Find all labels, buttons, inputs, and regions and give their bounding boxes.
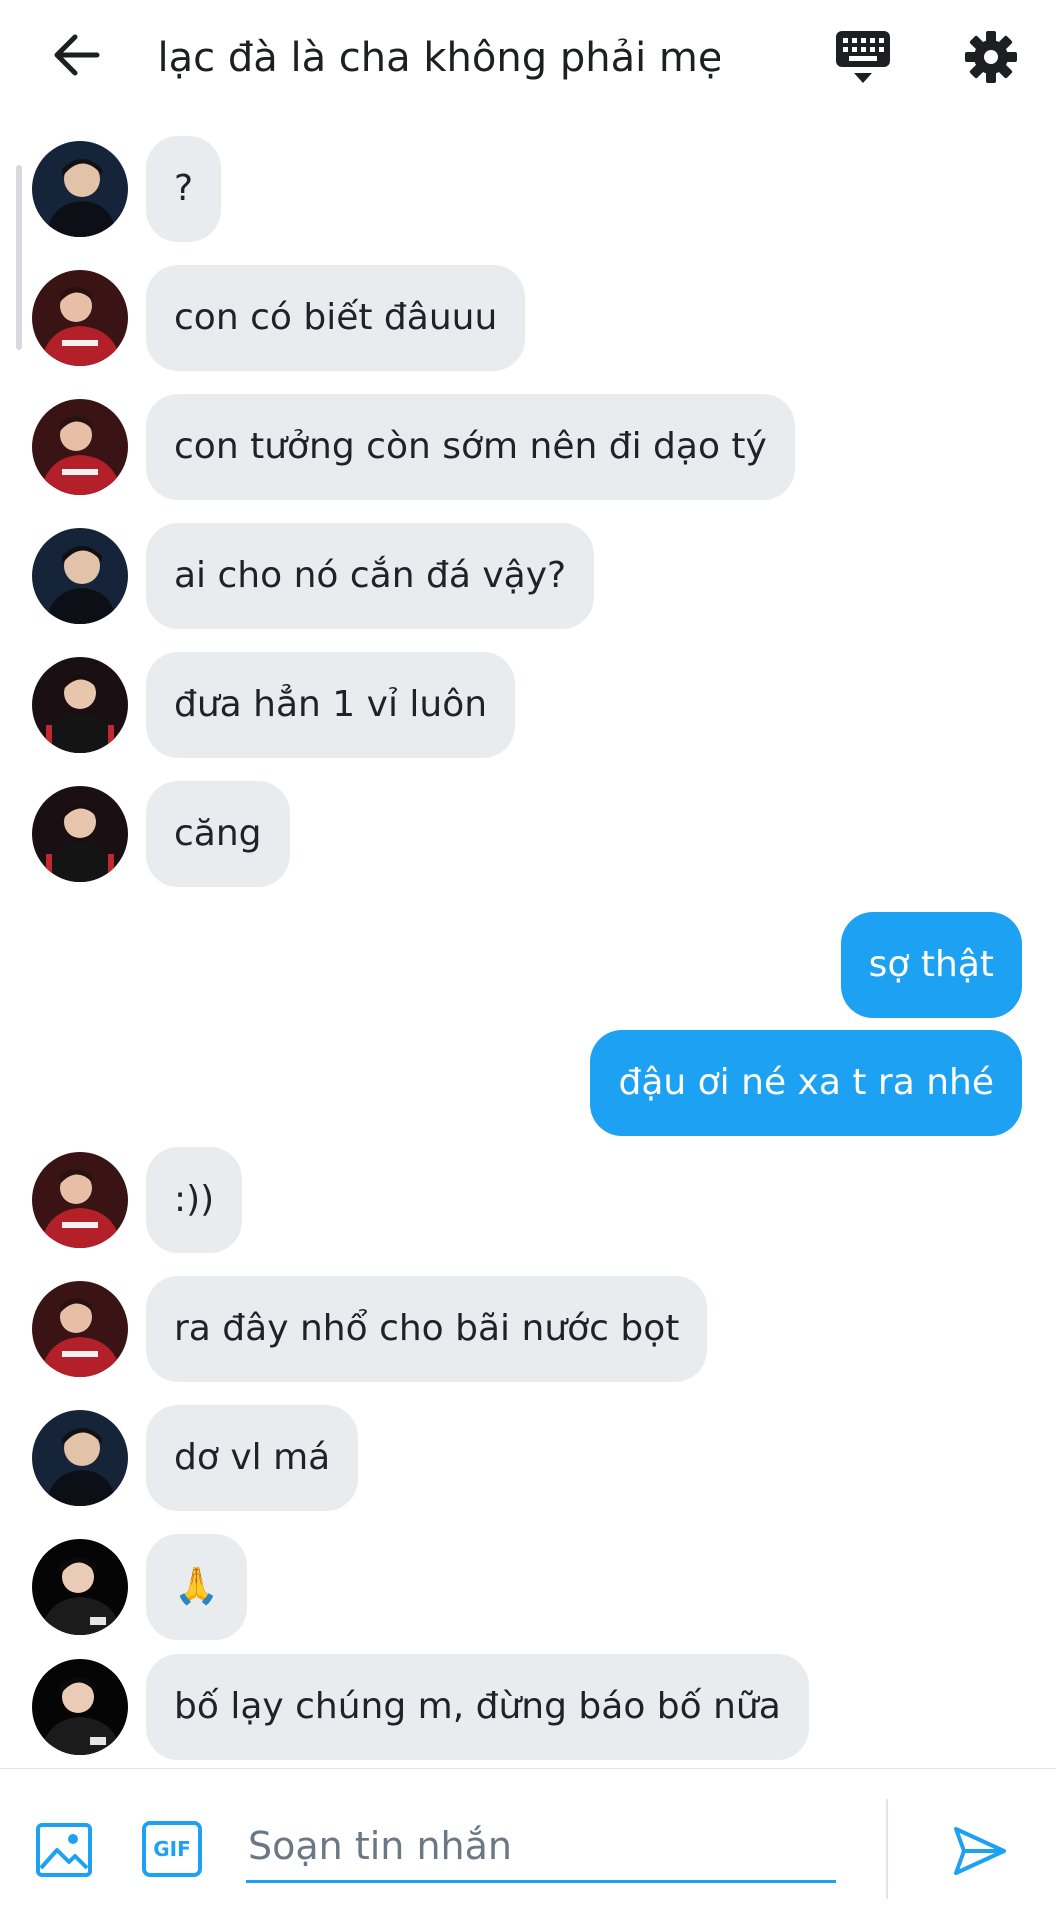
message-row: ? <box>0 136 1056 242</box>
gif-button[interactable]: GIF <box>142 1821 202 1877</box>
message-bubble[interactable]: :)) <box>146 1147 243 1253</box>
message-bubble[interactable]: đưa hẳn 1 vỉ luôn <box>146 652 516 758</box>
message-row: bố lạy chúng m, đừng báo bố nữa <box>0 1654 1056 1760</box>
message-bubble[interactable]: con tưởng còn sớm nên đi dạo tý <box>146 394 795 500</box>
message-row: đưa hẳn 1 vỉ luôn <box>0 652 1056 758</box>
avatar-icon[interactable] <box>32 1659 128 1755</box>
message-row: con tưởng còn sớm nên đi dạo tý <box>0 394 1056 500</box>
message-row: :)) <box>0 1147 1056 1253</box>
message-row: dơ vl má <box>0 1405 1056 1511</box>
image-button[interactable] <box>34 1821 94 1879</box>
chat-header: lạc đà là cha không phải mẹ <box>0 0 1056 120</box>
keyboard-button[interactable] <box>830 26 896 88</box>
chat-app: lạc đà là cha không phải mẹ ? con có biế… <box>0 0 1056 1920</box>
message-row: 🙏 <box>0 1534 1056 1640</box>
message-bubble[interactable]: căng <box>146 781 290 887</box>
avatar-icon[interactable] <box>32 270 128 366</box>
composer-divider <box>886 1799 888 1899</box>
message-bubble[interactable]: ? <box>146 136 222 242</box>
message-input[interactable] <box>246 1811 836 1883</box>
message-composer: GIF <box>0 1768 1056 1920</box>
send-icon <box>954 1827 1006 1875</box>
avatar-icon[interactable] <box>32 1281 128 1377</box>
avatar-icon[interactable] <box>32 1539 128 1635</box>
message-row: ra đây nhổ cho bãi nước bọt <box>0 1276 1056 1382</box>
message-bubble[interactable]: con có biết đâuuu <box>146 265 526 371</box>
avatar-icon[interactable] <box>32 1152 128 1248</box>
message-bubble[interactable]: dơ vl má <box>146 1405 359 1511</box>
message-bubble[interactable]: ra đây nhổ cho bãi nước bọt <box>146 1276 708 1382</box>
avatar-icon[interactable] <box>32 1410 128 1506</box>
avatar-icon[interactable] <box>32 399 128 495</box>
message-bubble[interactable]: 🙏 <box>146 1534 247 1640</box>
message-bubble-outgoing[interactable]: đậu ơi né xa t ra nhé <box>590 1030 1022 1136</box>
message-row: sợ thật <box>0 912 1056 1018</box>
message-bubble[interactable]: bố lạy chúng m, đừng báo bố nữa <box>146 1654 809 1760</box>
avatar-icon[interactable] <box>32 786 128 882</box>
avatar-icon[interactable] <box>32 657 128 753</box>
avatar-icon[interactable] <box>32 528 128 624</box>
message-list[interactable]: ? con có biết đâuuu con tưởng còn sớm nê… <box>0 120 1056 1760</box>
message-row: căng <box>0 781 1056 887</box>
settings-button[interactable] <box>960 26 1022 88</box>
message-bubble-outgoing[interactable]: sợ thật <box>840 912 1022 1018</box>
back-button[interactable] <box>44 28 108 82</box>
message-row: đậu ơi né xa t ra nhé <box>0 1030 1056 1136</box>
send-button[interactable] <box>950 1821 1010 1881</box>
image-icon <box>36 1823 92 1877</box>
message-bubble[interactable]: ai cho nó cắn đá vậy? <box>146 523 595 629</box>
keyboard-icon <box>836 31 890 83</box>
message-row: ai cho nó cắn đá vậy? <box>0 523 1056 629</box>
avatar-icon[interactable] <box>32 141 128 237</box>
arrow-left-icon <box>54 34 100 76</box>
message-row: con có biết đâuuu <box>0 265 1056 371</box>
gear-icon <box>965 31 1017 83</box>
conversation-title: lạc đà là cha không phải mẹ <box>160 35 720 81</box>
